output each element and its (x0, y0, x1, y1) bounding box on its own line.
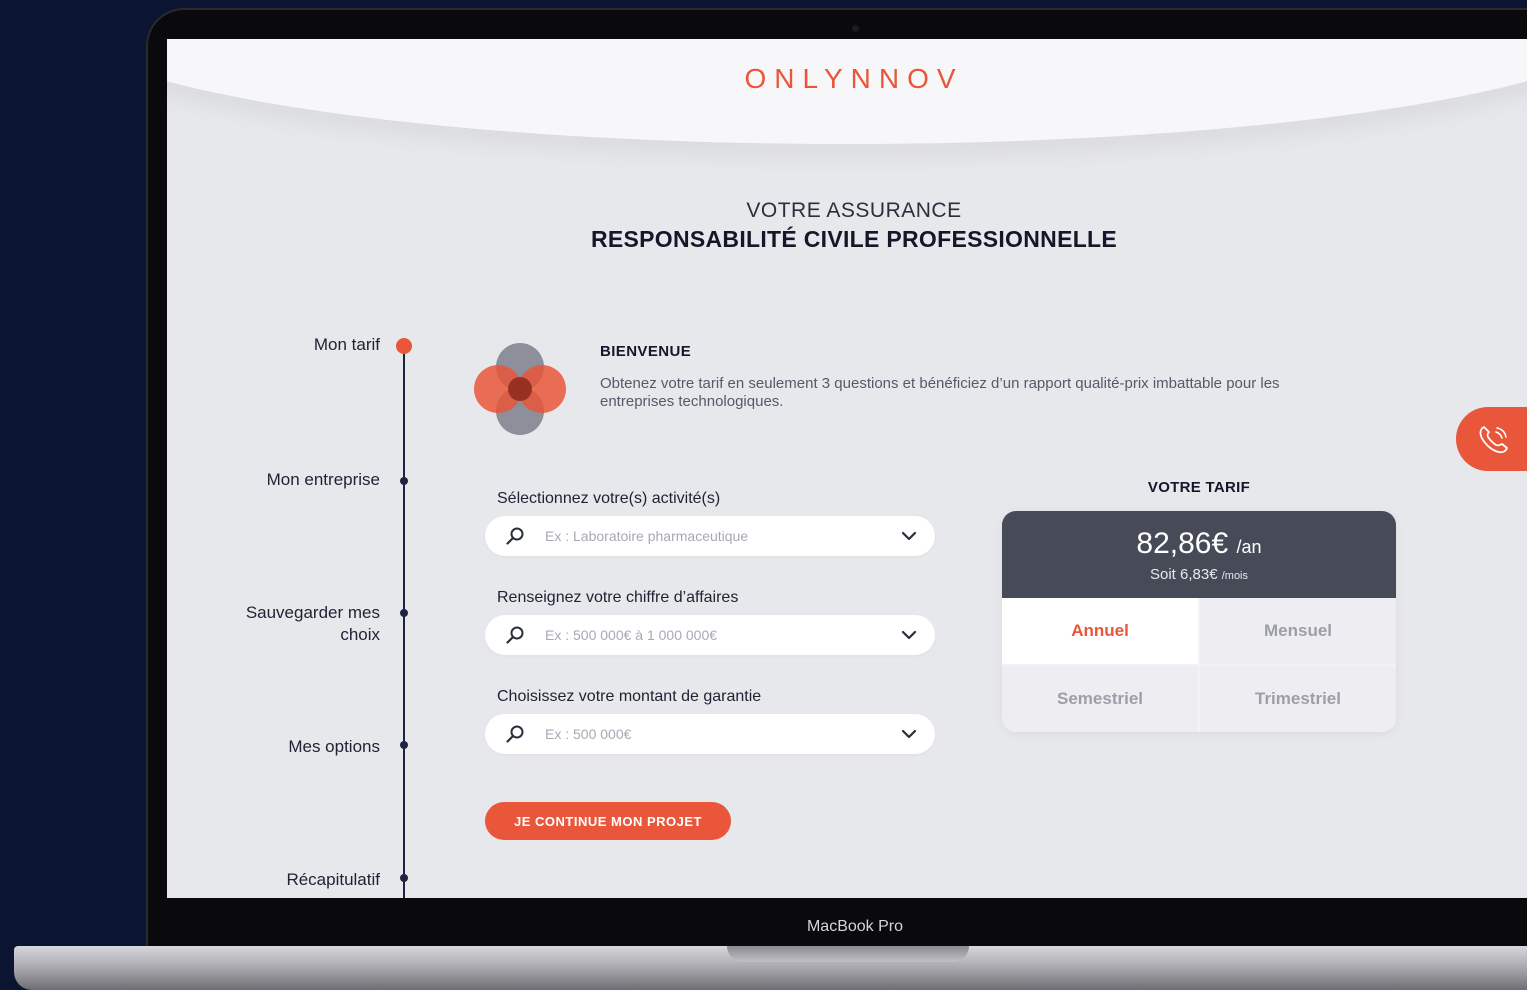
step-dot (400, 874, 408, 882)
search-icon (506, 626, 524, 644)
revenue-label: Renseignez votre chiffre d’affaires (497, 589, 739, 606)
guarantee-label: Choisissez votre montant de garantie (497, 688, 762, 705)
price-header: 82,86€ /an Soit 6,83€ /mois (1002, 511, 1396, 598)
contact-button[interactable] (1456, 407, 1527, 471)
price-monthly: Soit 6,83€ /mois (1002, 566, 1396, 583)
camera (852, 25, 859, 32)
step-recapitulatif[interactable]: Récapitulatif (180, 869, 380, 891)
device-label: MacBook Pro (806, 918, 904, 935)
search-icon (506, 527, 524, 545)
guarantee-select[interactable]: Ex : 500 000€ (485, 714, 935, 754)
step-sauvegarder[interactable]: Sauvegarder mes choix (180, 602, 380, 646)
pricing-card: 82,86€ /an Soit 6,83€ /mois Annuel Mensu… (1002, 511, 1396, 732)
monthly-prefix: Soit 6,83€ (1149, 566, 1218, 583)
continue-button[interactable]: JE CONTINUE MON PROJET (485, 802, 731, 840)
app-screen: ONLYNNOV VOTRE ASSURANCE RESPONSABILITÉ … (167, 39, 1527, 898)
step-label: Mon tarif (313, 335, 380, 354)
step-dot (400, 609, 408, 617)
activity-placeholder: Ex : Laboratoire pharmaceutique (545, 528, 749, 544)
hero-subtitle: VOTRE ASSURANCE (746, 199, 962, 222)
billing-option-trimestriel[interactable]: Trimestriel (1200, 666, 1396, 732)
chevron-down-icon[interactable] (901, 727, 917, 741)
billing-option-mensuel[interactable]: Mensuel (1200, 598, 1396, 664)
search-icon (506, 725, 524, 743)
activity-label: Sélectionnez votre(s) activité(s) (497, 490, 721, 507)
price-annual: 82,86€ /an (1002, 527, 1396, 561)
revenue-select[interactable]: Ex : 500 000€ à 1 000 000€ (485, 615, 935, 655)
pricing-title: VOTRE TARIF (1147, 479, 1251, 496)
price-unit: /an (1236, 537, 1262, 557)
revenue-placeholder: Ex : 500 000€ à 1 000 000€ (545, 627, 718, 643)
brand-logo[interactable]: ONLYNNOV (167, 63, 1527, 95)
step-label: Mes options (288, 737, 380, 756)
step-mes-options[interactable]: Mes options (180, 736, 380, 758)
billing-option-annuel[interactable]: Annuel (1002, 598, 1198, 664)
welcome-title: BIENVENUE (600, 343, 692, 360)
stepper-line (403, 347, 405, 898)
step-label-line1: Sauvegarder mes (245, 603, 380, 622)
monthly-unit: /mois (1221, 570, 1248, 582)
page-title: RESPONSABILITÉ CIVILE PROFESSIONNELLE (590, 226, 1118, 252)
step-dot (400, 741, 408, 749)
venn-logo-icon (474, 343, 566, 435)
step-label: Mon entreprise (266, 470, 380, 489)
laptop-notch (727, 946, 969, 962)
phone-icon (1479, 426, 1508, 454)
welcome-text: Obtenez votre tarif en seulement 3 quest… (600, 375, 1280, 410)
price-amount: 82,86€ (1136, 527, 1229, 560)
chevron-down-icon[interactable] (901, 628, 917, 642)
chevron-down-icon[interactable] (901, 529, 917, 543)
step-mon-entreprise[interactable]: Mon entreprise (180, 469, 380, 491)
step-label: Récapitulatif (286, 870, 380, 889)
step-dot-active (396, 338, 412, 354)
step-dot (400, 477, 408, 485)
step-mon-tarif[interactable]: Mon tarif (180, 334, 380, 356)
step-label-line2: choix (340, 625, 380, 644)
guarantee-placeholder: Ex : 500 000€ (545, 726, 632, 742)
activity-select[interactable]: Ex : Laboratoire pharmaceutique (485, 516, 935, 556)
billing-option-semestriel[interactable]: Semestriel (1002, 666, 1198, 732)
